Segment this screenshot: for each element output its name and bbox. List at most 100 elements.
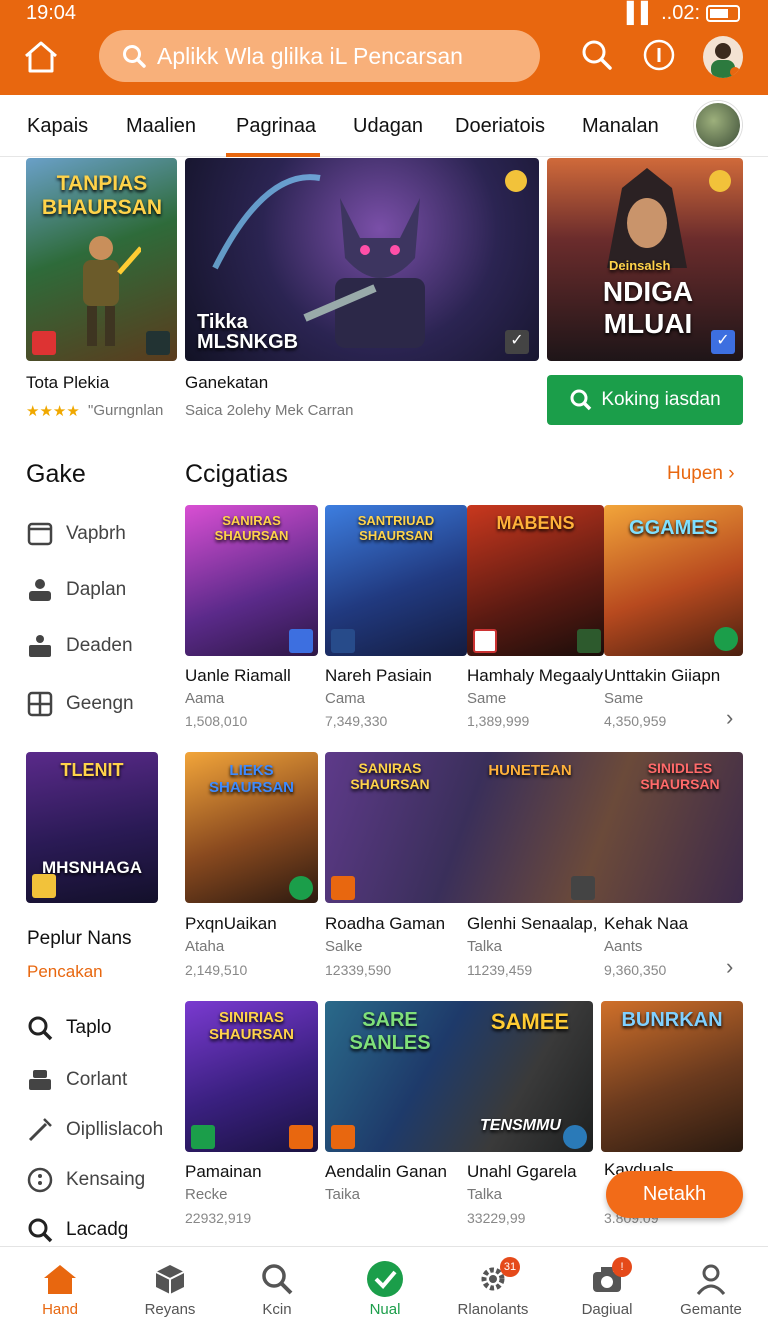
- floating-action-button[interactable]: Netakh: [606, 1171, 743, 1218]
- promo-link[interactable]: Pencakan: [27, 962, 103, 982]
- controller-icon: [29, 579, 51, 601]
- fab-label: Netakh: [642, 1183, 707, 1205]
- profile-avatar[interactable]: [703, 36, 743, 78]
- game-art-title: MABENS: [496, 513, 575, 533]
- game-art-r3-1[interactable]: SINIRIAS SHAURSAN: [185, 1001, 318, 1152]
- sidebar-item-4[interactable]: Geengn: [26, 690, 134, 718]
- featured-art-3[interactable]: Deinsalsh NDIGA MLUAI ✓: [547, 158, 743, 361]
- device-icon: [29, 635, 51, 657]
- star-badge-icon: [709, 170, 731, 192]
- game-sub: Cama: [325, 690, 366, 707]
- game-art-title-alt: SINIDLES SHAURSAN: [640, 760, 720, 792]
- sidebar-item-5[interactable]: Taplo: [26, 1014, 111, 1042]
- window-icon: [27, 522, 53, 546]
- game-badge-icon: [32, 331, 56, 355]
- nav-item-5[interactable]: 31 Rlanolants: [438, 1257, 548, 1318]
- game-art-title: BUNRKAN: [621, 1009, 723, 1031]
- game-downloads: 22932,919: [185, 1210, 252, 1226]
- search-placeholder: Aplikk Wla glilka iL Pencarsan: [157, 42, 463, 69]
- nav-item-7[interactable]: Gemante: [656, 1257, 766, 1318]
- game-art-subtitle: HUNETEAN: [488, 762, 572, 779]
- search-input[interactable]: Aplikk Wla glilka iL Pencarsan: [99, 30, 540, 82]
- tab-3-active[interactable]: Pagrinaa: [225, 115, 321, 157]
- game-art-title-alt: SAMEE: [490, 1009, 570, 1034]
- game-art-r1-3[interactable]: MABENS: [467, 505, 604, 656]
- see-more-link[interactable]: Hupen ›: [667, 463, 735, 485]
- sidebar-item-7[interactable]: Oipllislacoh: [26, 1116, 163, 1144]
- tab-1[interactable]: Kapais: [27, 115, 88, 138]
- wand-icon: [28, 1118, 52, 1142]
- sidebar-item-2[interactable]: Daplan: [26, 576, 126, 604]
- game-downloads: 33229,99: [467, 1210, 526, 1226]
- box-icon: [115, 1257, 225, 1301]
- status-indicators: ▌▌ ..02:: [627, 2, 740, 25]
- game-badge-icon: [331, 876, 355, 900]
- tab-6[interactable]: Manalan: [582, 115, 659, 138]
- search-button[interactable]: [580, 38, 614, 77]
- promo-label: Peplur Nans: [27, 928, 132, 949]
- game-badge-icon: [473, 629, 497, 653]
- game-name: Uanle Riamall: [185, 666, 291, 685]
- tab-5[interactable]: Doeriatois: [455, 115, 545, 138]
- nav-label: Nual: [369, 1301, 401, 1318]
- app-screen: 19:04 ▌▌ ..02: Aplikk Wla glilka iL Penc…: [0, 0, 768, 1344]
- featured-art-1[interactable]: TANPIAS BHAURSAN: [26, 158, 177, 361]
- promo-art[interactable]: TLENIT MHSNHAGA: [26, 752, 158, 903]
- nav-item-home[interactable]: Hand: [5, 1257, 115, 1318]
- sidebar-item-9[interactable]: Lacadg: [26, 1216, 128, 1244]
- download-badge-icon: [714, 627, 738, 651]
- game-name: Kehak Naa: [604, 914, 689, 933]
- game-art-title: SARE SANLES: [349, 1009, 431, 1054]
- game-art-r3-2[interactable]: SARE SANLES SAMEE TENSMMU: [325, 1001, 593, 1152]
- status-time: 19:04: [26, 2, 77, 24]
- section-title: Ccigatias: [185, 460, 288, 488]
- nav-label: Reyans: [144, 1301, 196, 1318]
- sidebar-item-6[interactable]: Corlant: [26, 1066, 127, 1094]
- home-icon[interactable]: [22, 40, 62, 76]
- tab-2[interactable]: Maalien: [126, 115, 196, 138]
- featured-left-sub: "Gurngnlan: [88, 402, 164, 419]
- chevron-right-icon[interactable]: ›: [726, 954, 733, 980]
- nav-item-2[interactable]: Reyans: [115, 1257, 225, 1318]
- game-art-title: LIEKS SHAURSAN: [208, 762, 294, 796]
- game-art-title: GGAMES: [629, 517, 718, 539]
- sidebar-item-3[interactable]: Deaden: [26, 632, 133, 660]
- game-art-r3-3[interactable]: BUNRKAN: [601, 1001, 743, 1152]
- game-sub: Same: [467, 690, 507, 707]
- featured-art-2[interactable]: Tikka MLSNKGB ✓: [185, 158, 539, 361]
- sidebar-item-label: Oipllislacoh: [66, 1119, 164, 1140]
- game-art-r1-2[interactable]: SANTRIUAD SHAURSAN: [325, 505, 467, 656]
- battery-icon: [706, 5, 740, 22]
- featured-art-2-title: Tikka MLSNKGB: [197, 311, 299, 353]
- search-icon: [123, 45, 146, 68]
- sidebar-item-label: Kensaing: [66, 1169, 146, 1190]
- tab-4[interactable]: Udagan: [353, 115, 423, 138]
- grid-icon: [27, 691, 53, 717]
- nav-item-3[interactable]: Kcin: [222, 1257, 332, 1318]
- tab-avatar[interactable]: [694, 101, 742, 149]
- nav-item-6[interactable]: ! Dagiual: [552, 1257, 662, 1318]
- nav-badge: !: [612, 1257, 632, 1277]
- find-button[interactable]: Koking iasdan: [547, 375, 743, 425]
- chevron-right-icon[interactable]: ›: [726, 705, 733, 731]
- game-art-r2-1[interactable]: LIEKS SHAURSAN: [185, 752, 318, 903]
- game-sub: Aants: [604, 938, 643, 955]
- top-bar: 19:04 ▌▌ ..02: Aplikk Wla glilka iL Penc…: [0, 0, 768, 95]
- sidebar-item-1[interactable]: Vapbrh: [26, 520, 126, 548]
- game-sub: Talka: [467, 938, 503, 955]
- game-sub: Ataha: [185, 938, 225, 955]
- nav-item-4[interactable]: Nual: [330, 1257, 440, 1318]
- promo-art-title: TLENIT: [60, 760, 124, 780]
- info-icon[interactable]: [642, 38, 676, 77]
- sidebar-item-8[interactable]: Kensaing: [26, 1166, 145, 1194]
- game-name: Aendalin Ganan: [325, 1162, 447, 1181]
- game-art-r1-1[interactable]: SANIRAS SHAURSAN: [185, 505, 318, 656]
- game-badge-icon: [577, 629, 601, 653]
- check-circle-icon: [330, 1257, 440, 1301]
- category-tabs: Kapais Maalien Pagrinaa Udagan Doeriatoi…: [0, 95, 768, 157]
- game-art-r2-2[interactable]: SANIRAS SHAURSAN HUNETEAN SINIDLES SHAUR…: [325, 752, 743, 903]
- featured-left-rating: ★★★★: [26, 403, 80, 420]
- game-downloads: 1,508,010: [185, 713, 248, 729]
- game-sub: Recke: [185, 1186, 228, 1203]
- game-art-r1-4[interactable]: GGAMES: [604, 505, 743, 656]
